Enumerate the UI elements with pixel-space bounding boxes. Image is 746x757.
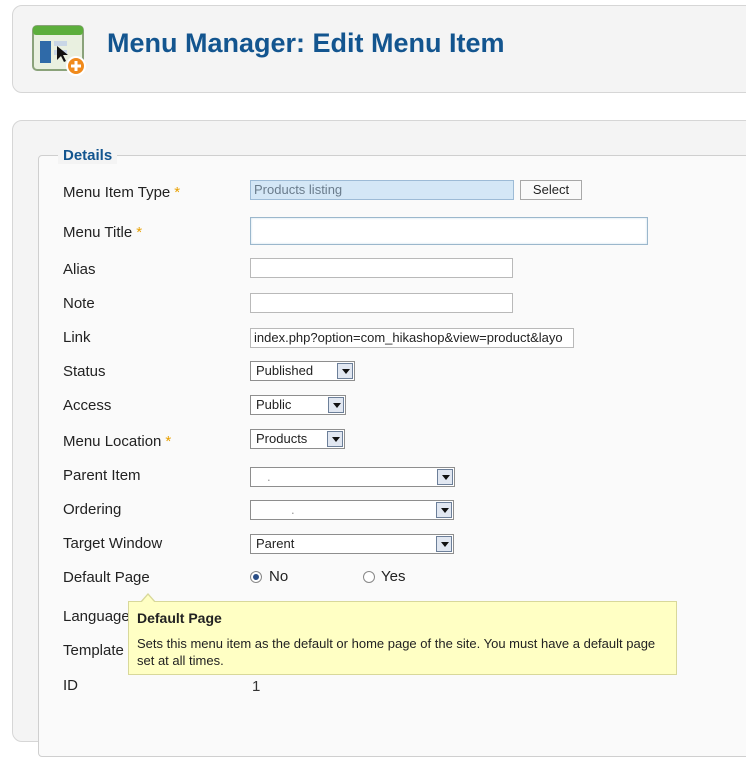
ordering-select[interactable]: . bbox=[250, 500, 454, 520]
note-input[interactable] bbox=[250, 293, 513, 313]
required-marker: * bbox=[136, 224, 143, 241]
alias-input[interactable] bbox=[250, 258, 513, 278]
status-label: Status bbox=[63, 363, 106, 380]
chevron-down-icon bbox=[328, 397, 344, 413]
default-page-no-radio[interactable] bbox=[250, 571, 262, 583]
default-page-no-label[interactable]: No bbox=[269, 568, 288, 585]
menu-title-label: Menu Title * bbox=[63, 224, 143, 241]
ordering-label: Ordering bbox=[63, 501, 122, 518]
link-label: Link bbox=[63, 329, 91, 346]
chevron-down-icon bbox=[337, 363, 353, 379]
page-title: Menu Manager: Edit Menu Item bbox=[107, 28, 505, 58]
parent-item-select[interactable]: . bbox=[250, 467, 455, 487]
access-label: Access bbox=[63, 397, 112, 414]
menu-edit-icon bbox=[32, 25, 86, 76]
chevron-down-icon bbox=[436, 502, 452, 518]
chevron-down-icon bbox=[327, 431, 343, 447]
parent-item-label: Parent Item bbox=[63, 467, 141, 484]
tooltip-text: Sets this menu item as the default or ho… bbox=[137, 636, 656, 668]
required-marker: * bbox=[165, 433, 172, 450]
id-value: 1 bbox=[252, 678, 261, 695]
details-legend: Details bbox=[58, 147, 118, 164]
language-label: Language bbox=[63, 608, 130, 625]
menu-location-select[interactable]: Products bbox=[250, 429, 345, 449]
note-label: Note bbox=[63, 295, 95, 312]
link-field[interactable]: index.php?option=com_hikashop&view=produ… bbox=[250, 328, 574, 348]
id-label: ID bbox=[63, 677, 78, 694]
menu-item-type-label: Menu Item Type * bbox=[63, 184, 181, 201]
default-page-label: Default Page bbox=[63, 569, 150, 586]
page-header: Menu Manager: Edit Menu Item bbox=[12, 5, 746, 93]
tooltip-title: Default Page bbox=[137, 610, 222, 626]
menu-title-input[interactable] bbox=[250, 217, 648, 245]
default-page-yes-radio[interactable] bbox=[363, 571, 375, 583]
default-page-tooltip: Default Page Sets this menu item as the … bbox=[128, 601, 677, 675]
select-type-button[interactable]: Select bbox=[520, 180, 582, 200]
target-window-label: Target Window bbox=[63, 535, 163, 552]
required-marker: * bbox=[174, 184, 181, 201]
target-window-select[interactable]: Parent bbox=[250, 534, 454, 554]
alias-label: Alias bbox=[63, 261, 96, 278]
status-select[interactable]: Published bbox=[250, 361, 355, 381]
menu-location-label: Menu Location * bbox=[63, 433, 172, 450]
default-page-yes-label[interactable]: Yes bbox=[381, 568, 405, 585]
access-select[interactable]: Public bbox=[250, 395, 346, 415]
chevron-down-icon bbox=[436, 536, 452, 552]
menu-item-type-field: Products listing bbox=[250, 180, 514, 200]
tooltip-pointer-fill bbox=[141, 595, 155, 603]
chevron-down-icon bbox=[437, 469, 453, 485]
template-style-label: Template bbox=[63, 642, 124, 659]
